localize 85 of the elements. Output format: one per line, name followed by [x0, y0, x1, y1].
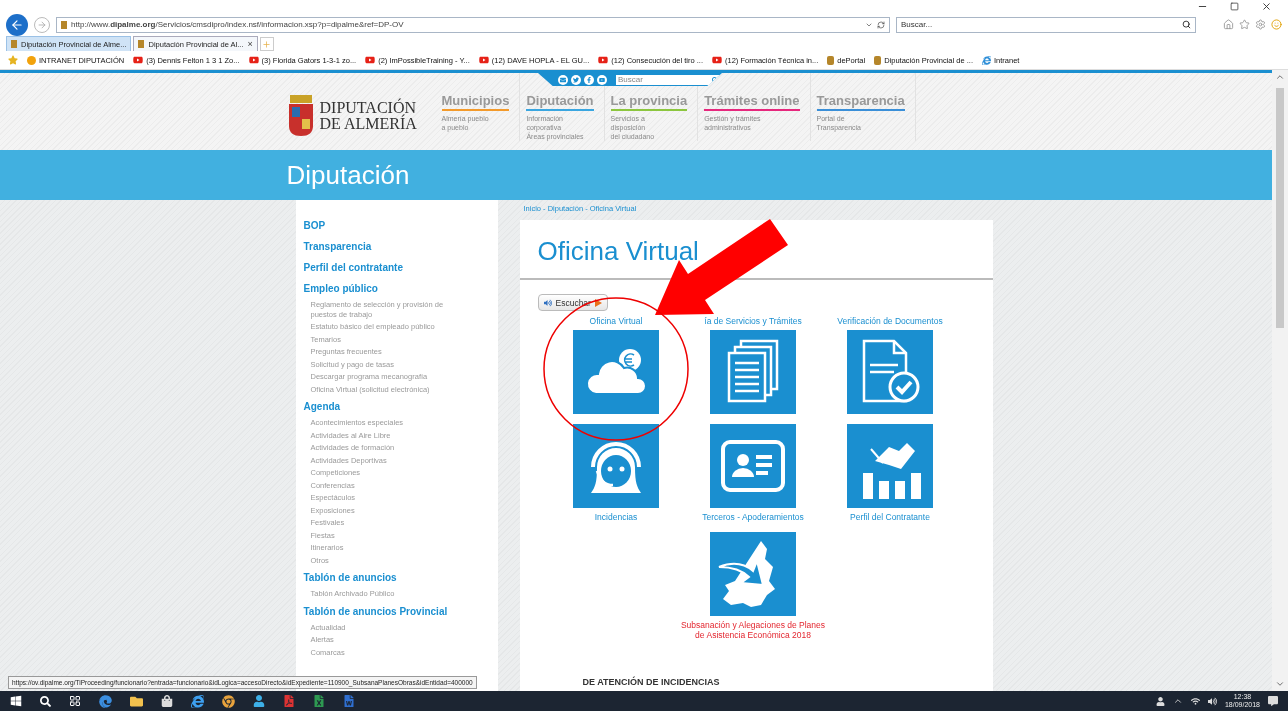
twitter-icon[interactable]	[571, 74, 581, 85]
crest-icon	[11, 40, 17, 49]
scroll-up-icon[interactable]	[1275, 72, 1285, 82]
video-icon	[133, 55, 144, 66]
word-icon[interactable]	[343, 695, 355, 707]
close-icon[interactable]	[1261, 1, 1272, 13]
tile-button[interactable]	[710, 330, 796, 414]
internet-explorer-icon[interactable]	[191, 694, 204, 708]
speaker-icon	[543, 298, 552, 307]
search-box[interactable]: Buscar...	[896, 16, 1196, 33]
start-icon[interactable]	[10, 695, 22, 707]
network-icon[interactable]	[1190, 696, 1200, 706]
documents-icon	[725, 339, 781, 405]
id-card-icon	[720, 439, 786, 493]
video-icon	[712, 55, 722, 66]
chrome-icon[interactable]	[222, 694, 235, 708]
lock-icon	[61, 20, 67, 29]
tile-button[interactable]	[573, 330, 659, 414]
plus-icon	[262, 39, 272, 49]
settings-icon[interactable]	[1255, 19, 1266, 31]
document-check-icon	[860, 339, 920, 405]
scroll-down-icon[interactable]	[1275, 679, 1285, 689]
back-button[interactable]	[6, 13, 28, 36]
folder-icon[interactable]	[130, 694, 143, 708]
store-icon[interactable]	[161, 695, 173, 707]
star-icon[interactable]	[1239, 19, 1250, 31]
notifications-icon[interactable]	[1268, 696, 1278, 706]
pdf-icon[interactable]	[283, 695, 295, 707]
nav-link[interactable]: Diputación	[526, 93, 594, 111]
tile-button[interactable]	[847, 330, 933, 414]
maximize-icon[interactable]	[1230, 2, 1239, 12]
section-title: Diputación	[285, 159, 410, 192]
chevron-up-icon[interactable]	[1172, 696, 1183, 706]
search-icon[interactable]	[40, 695, 51, 707]
tile-button[interactable]	[710, 424, 796, 508]
facebook-icon[interactable]	[584, 74, 594, 85]
sidebar-heading-link[interactable]: Tablón de anuncios	[303, 571, 498, 584]
page-title: Oficina Virtual	[537, 236, 700, 266]
search-icon[interactable]	[1182, 20, 1191, 30]
tab-close-button[interactable]: ×	[247, 39, 253, 50]
sidebar-heading-link[interactable]: Perfil del contratante	[303, 261, 498, 274]
tile-button[interactable]	[847, 424, 933, 508]
scrollbar[interactable]	[1272, 70, 1288, 691]
listen-button[interactable]: Escuchar	[537, 294, 608, 311]
smiley-icon[interactable]	[1271, 19, 1282, 31]
video-icon	[598, 55, 609, 66]
nav-link[interactable]: Trámites online	[704, 93, 800, 111]
nav-link[interactable]: La provincia	[610, 93, 688, 111]
address-bar[interactable]: http://www.dipalme.org/Servicios/cmsdipro/index.nsf/informacion.xsp?p=dipalme&ref=DP-OV	[56, 16, 890, 33]
favorites-star-icon[interactable]	[8, 55, 18, 66]
forward-button[interactable]	[34, 16, 50, 33]
scrollbar-thumb[interactable]	[1276, 88, 1284, 328]
volume-icon[interactable]	[1207, 696, 1217, 706]
sidebar-heading-link[interactable]: Transparencia	[303, 240, 498, 253]
logo-text[interactable]: DIPUTACIÓN	[319, 100, 417, 116]
smiley-icon	[27, 55, 36, 65]
sidebar-heading-link[interactable]: Tablón de anuncios Provincial	[303, 604, 498, 618]
play-icon	[594, 298, 602, 307]
globe-icon	[981, 55, 991, 65]
sidebar-heading-link[interactable]: Empleo público	[303, 282, 498, 295]
coat-of-arms-icon[interactable]	[287, 95, 314, 137]
refresh-icon[interactable]	[877, 20, 885, 29]
tile-button[interactable]	[710, 532, 796, 616]
excel-icon[interactable]	[313, 695, 325, 707]
sidebar-heading-link[interactable]: BOP	[303, 219, 498, 232]
crest-icon	[874, 55, 882, 65]
logo-text[interactable]: DE ALMERÍA	[319, 116, 417, 132]
youtube-icon[interactable]	[597, 74, 607, 85]
edge-icon[interactable]	[99, 694, 112, 708]
nav-link[interactable]: Municipios	[441, 93, 510, 111]
mail-icon[interactable]	[558, 74, 568, 85]
video-icon	[365, 55, 376, 66]
crest-icon	[827, 55, 835, 65]
video-icon	[478, 55, 489, 66]
video-icon	[248, 55, 259, 66]
task-view-icon[interactable]	[69, 695, 81, 707]
section-heading: DE ATENCIÓN DE INCIDENCIAS	[582, 677, 721, 687]
nav-link[interactable]: Transparencia	[816, 93, 905, 111]
tile-link[interactable]: Subsanación y Alegaciones de Planes de Asistencia Económica 2018	[678, 620, 828, 640]
sidebar-heading-link[interactable]: Agenda	[303, 400, 498, 413]
forward-arrow-icon	[37, 19, 47, 30]
crest-icon	[138, 40, 145, 49]
people-icon[interactable]	[1155, 696, 1165, 706]
tile-button[interactable]	[573, 424, 659, 508]
home-icon[interactable]	[1223, 19, 1234, 31]
